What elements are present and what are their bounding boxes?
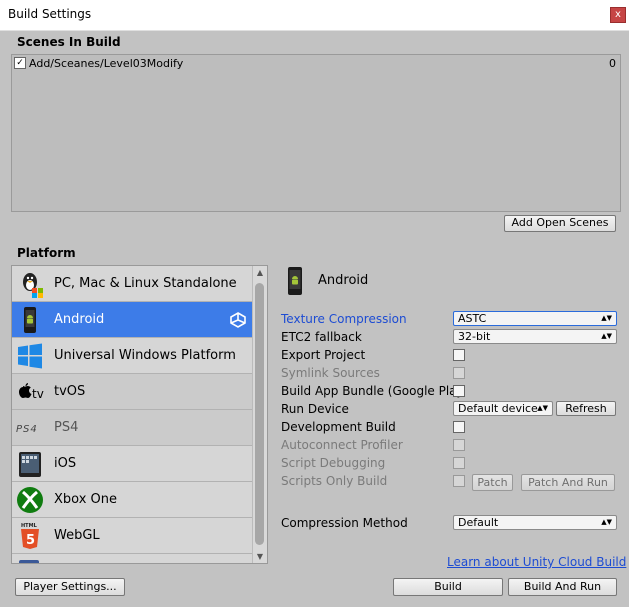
build-app-bundle-checkbox[interactable] [453, 385, 465, 397]
appletv-icon: tv [16, 378, 44, 406]
autoconnect-profiler-checkbox [453, 439, 465, 451]
facebook-icon [16, 558, 44, 563]
close-button[interactable]: x [610, 7, 626, 23]
run-device-label: Run Device [281, 402, 349, 416]
platform-item-ps4[interactable]: PS4 PS4 [12, 410, 252, 446]
dropdown-arrow-icon: ▲▼ [537, 404, 548, 412]
scroll-thumb[interactable] [255, 283, 264, 545]
dropdown-arrow-icon: ▲▼ [601, 518, 612, 526]
platform-header: Platform [17, 246, 76, 260]
svg-text:tv: tv [32, 387, 44, 401]
platform-item-android[interactable]: Android [12, 302, 252, 338]
development-build-checkbox[interactable] [453, 421, 465, 433]
autoconnect-profiler-label: Autoconnect Profiler [281, 438, 403, 452]
platform-label: Xbox One [54, 492, 118, 507]
player-settings-button[interactable]: Player Settings... [15, 578, 125, 596]
platform-item-ios[interactable]: iOS [12, 446, 252, 482]
platform-label: Android [54, 312, 105, 327]
html5-icon: HTML 5 [16, 522, 44, 550]
run-device-dropdown[interactable]: Default device ▲▼ [453, 401, 553, 416]
platform-list[interactable]: PC, Mac & Linux Standalone Android Unive… [11, 265, 268, 564]
compression-method-label: Compression Method [281, 516, 408, 530]
platform-label: PC, Mac & Linux Standalone [54, 276, 237, 291]
script-debugging-checkbox [453, 457, 465, 469]
texture-compression-value: ASTC [458, 312, 487, 325]
etc2-fallback-value: 32-bit [458, 330, 491, 343]
svg-text:PS4: PS4 [16, 424, 38, 435]
run-device-value: Default device [458, 402, 538, 415]
title-bar: Build Settings x [0, 0, 629, 31]
platform-label: Universal Windows Platform [54, 348, 236, 363]
svg-text:5: 5 [26, 533, 35, 548]
platform-label: tvOS [54, 384, 86, 399]
compression-method-dropdown[interactable]: Default ▲▼ [453, 515, 617, 530]
etc2-fallback-label: ETC2 fallback [281, 330, 362, 344]
symlink-sources-checkbox [453, 367, 465, 379]
platform-title: Android [318, 273, 369, 288]
platform-item-tvos[interactable]: tv tvOS [12, 374, 252, 410]
platform-item-partial[interactable] [12, 554, 252, 563]
platform-label: WebGL [54, 528, 100, 543]
xbox-icon [16, 486, 44, 514]
android-device-icon [286, 267, 304, 295]
ios-icon [16, 450, 44, 478]
build-and-run-button[interactable]: Build And Run [508, 578, 617, 596]
scenes-list[interactable]: ✓ Add/Sceanes/Level03Modify 0 [11, 54, 621, 212]
scroll-down-arrow-icon[interactable]: ▼ [255, 552, 265, 561]
texture-compression-label: Texture Compression [281, 312, 407, 326]
scene-name: Add/Sceanes/Level03Modify [29, 57, 184, 70]
platform-scrollbar[interactable]: ▲ ▼ [252, 266, 267, 563]
etc2-fallback-dropdown[interactable]: 32-bit ▲▼ [453, 329, 617, 344]
unity-logo-icon [230, 312, 246, 328]
dropdown-arrow-icon: ▲▼ [601, 332, 612, 340]
export-project-checkbox[interactable] [453, 349, 465, 361]
add-open-scenes-button[interactable]: Add Open Scenes [504, 215, 616, 232]
export-project-label: Export Project [281, 348, 366, 362]
scene-index: 0 [609, 57, 616, 70]
script-debugging-label: Script Debugging [281, 456, 386, 470]
patch-button: Patch [472, 474, 513, 491]
texture-compression-dropdown[interactable]: ASTC ▲▼ [453, 311, 617, 326]
pc-mac-linux-icon [16, 270, 44, 298]
scene-checkbox[interactable]: ✓ [14, 57, 26, 69]
platform-item-standalone[interactable]: PC, Mac & Linux Standalone [12, 266, 252, 302]
build-button[interactable]: Build [393, 578, 503, 596]
scripts-only-build-label: Scripts Only Build [281, 474, 388, 488]
compression-method-value: Default [458, 516, 499, 529]
unity-cloud-build-link[interactable]: Learn about Unity Cloud Build [447, 555, 626, 569]
platform-label: PS4 [54, 420, 79, 435]
scripts-only-build-checkbox [453, 475, 465, 487]
patch-and-run-button: Patch And Run [521, 474, 615, 491]
symlink-sources-label: Symlink Sources [281, 366, 380, 380]
platform-item-xbox-one[interactable]: Xbox One [12, 482, 252, 518]
platform-label: iOS [54, 456, 77, 471]
windows-icon [16, 342, 44, 370]
android-icon [16, 306, 44, 334]
refresh-button[interactable]: Refresh [556, 401, 616, 416]
build-app-bundle-label: Build App Bundle (Google Play [281, 384, 464, 398]
platform-item-uwp[interactable]: Universal Windows Platform [12, 338, 252, 374]
scroll-up-arrow-icon[interactable]: ▲ [255, 268, 265, 277]
dropdown-arrow-icon: ▲▼ [601, 314, 612, 322]
scene-row[interactable]: ✓ Add/Sceanes/Level03Modify 0 [14, 57, 618, 71]
development-build-label: Development Build [281, 420, 396, 434]
svg-text:HTML: HTML [21, 523, 38, 529]
window-title: Build Settings [8, 7, 92, 21]
platform-item-webgl[interactable]: HTML 5 WebGL [12, 518, 252, 554]
ps4-icon: PS4 [16, 414, 44, 442]
scenes-in-build-header: Scenes In Build [17, 35, 121, 49]
